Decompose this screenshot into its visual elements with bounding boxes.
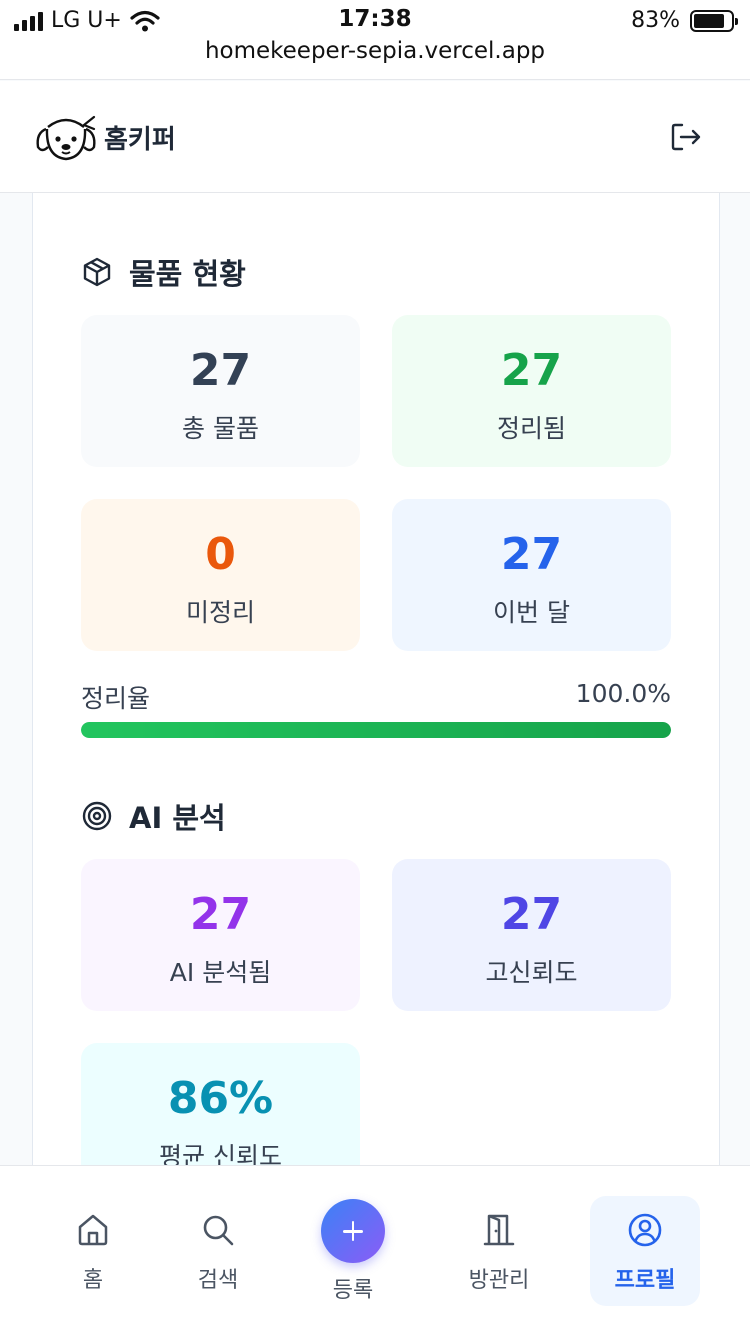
dashboard-card: 물품 현황 27 총 물품 27 정리됨 0 미정리 27 이번 달 정리율 1… xyxy=(32,193,720,1165)
stat-value: 27 xyxy=(189,345,252,396)
nav-label: 홈 xyxy=(82,1268,104,1293)
organize-rate-value: 100.0% xyxy=(575,679,671,708)
add-item-label[interactable]: 등록 xyxy=(303,1272,403,1304)
box-icon xyxy=(83,257,111,287)
stat-value: 0 xyxy=(205,529,236,580)
stat-label: 총 물품 xyxy=(182,414,259,443)
stat-tile-organized[interactable]: 27 정리됨 xyxy=(392,315,671,467)
user-circle-icon xyxy=(628,1213,662,1247)
nav-item-home[interactable]: 홈 xyxy=(38,1196,148,1306)
nav-item-profile[interactable]: 프로필 xyxy=(590,1196,700,1306)
stat-value: 27 xyxy=(500,529,563,580)
status-bar: LG U+ 17:38 83% homekeeper-sepia.vercel.… xyxy=(0,0,750,80)
organize-rate-label: 정리율 xyxy=(81,684,151,713)
organize-rate-progress-bar xyxy=(81,722,671,738)
target-icon xyxy=(82,801,112,831)
battery-icon xyxy=(690,9,738,32)
stat-value: 86% xyxy=(167,1073,274,1124)
stat-tile-this-month[interactable]: 27 이번 달 xyxy=(392,499,671,651)
home-icon xyxy=(78,1214,108,1246)
nav-label: 검색 xyxy=(197,1268,239,1293)
door-icon xyxy=(483,1214,515,1246)
ai-section-label: AI 분석 xyxy=(129,801,226,835)
organize-rate-progress-fill xyxy=(81,722,671,738)
stat-tile-avg-confidence[interactable]: 86% 평균 신뢰도 xyxy=(81,1043,360,1165)
ai-section-title: AI 분석 xyxy=(81,795,226,837)
stat-tile-total[interactable]: 27 총 물품 xyxy=(81,315,360,467)
app-header: 홈키퍼 xyxy=(0,81,750,193)
logout-icon[interactable] xyxy=(666,117,706,157)
stat-label: 고신뢰도 xyxy=(485,958,578,987)
items-section-label: 물품 현황 xyxy=(129,257,246,291)
dog-logo-icon[interactable] xyxy=(34,109,98,163)
stat-value: 27 xyxy=(500,345,563,396)
stat-label: 미정리 xyxy=(185,598,255,627)
battery-percent: 83% xyxy=(631,8,680,33)
stat-label: AI 분석됨 xyxy=(169,958,272,987)
stat-value: 27 xyxy=(189,889,252,940)
bottom-nav: 홈 검색 등록 방관리 프로필 xyxy=(0,1165,750,1334)
battery-group: 83% xyxy=(631,8,738,33)
stat-tile-unorganized[interactable]: 0 미정리 xyxy=(81,499,360,651)
nav-label: 방관리 xyxy=(468,1268,530,1293)
nav-item-rooms[interactable]: 방관리 xyxy=(444,1196,554,1306)
nav-item-search[interactable]: 검색 xyxy=(163,1196,273,1306)
stat-tile-ai-analyzed[interactable]: 27 AI 분석됨 xyxy=(81,859,360,1011)
stat-label: 정리됨 xyxy=(496,414,566,443)
add-item-button[interactable] xyxy=(321,1199,385,1263)
stat-value: 27 xyxy=(500,889,563,940)
search-icon xyxy=(203,1215,234,1246)
nav-label: 프로필 xyxy=(614,1268,676,1293)
stat-label: 평균 신뢰도 xyxy=(159,1142,282,1165)
stat-label: 이번 달 xyxy=(493,598,570,627)
items-section-title: 물품 현황 xyxy=(81,251,246,293)
app-title[interactable]: 홈키퍼 xyxy=(104,119,176,156)
stat-tile-high-confidence[interactable]: 27 고신뢰도 xyxy=(392,859,671,1011)
address-bar-url[interactable]: homekeeper-sepia.vercel.app xyxy=(0,38,750,64)
